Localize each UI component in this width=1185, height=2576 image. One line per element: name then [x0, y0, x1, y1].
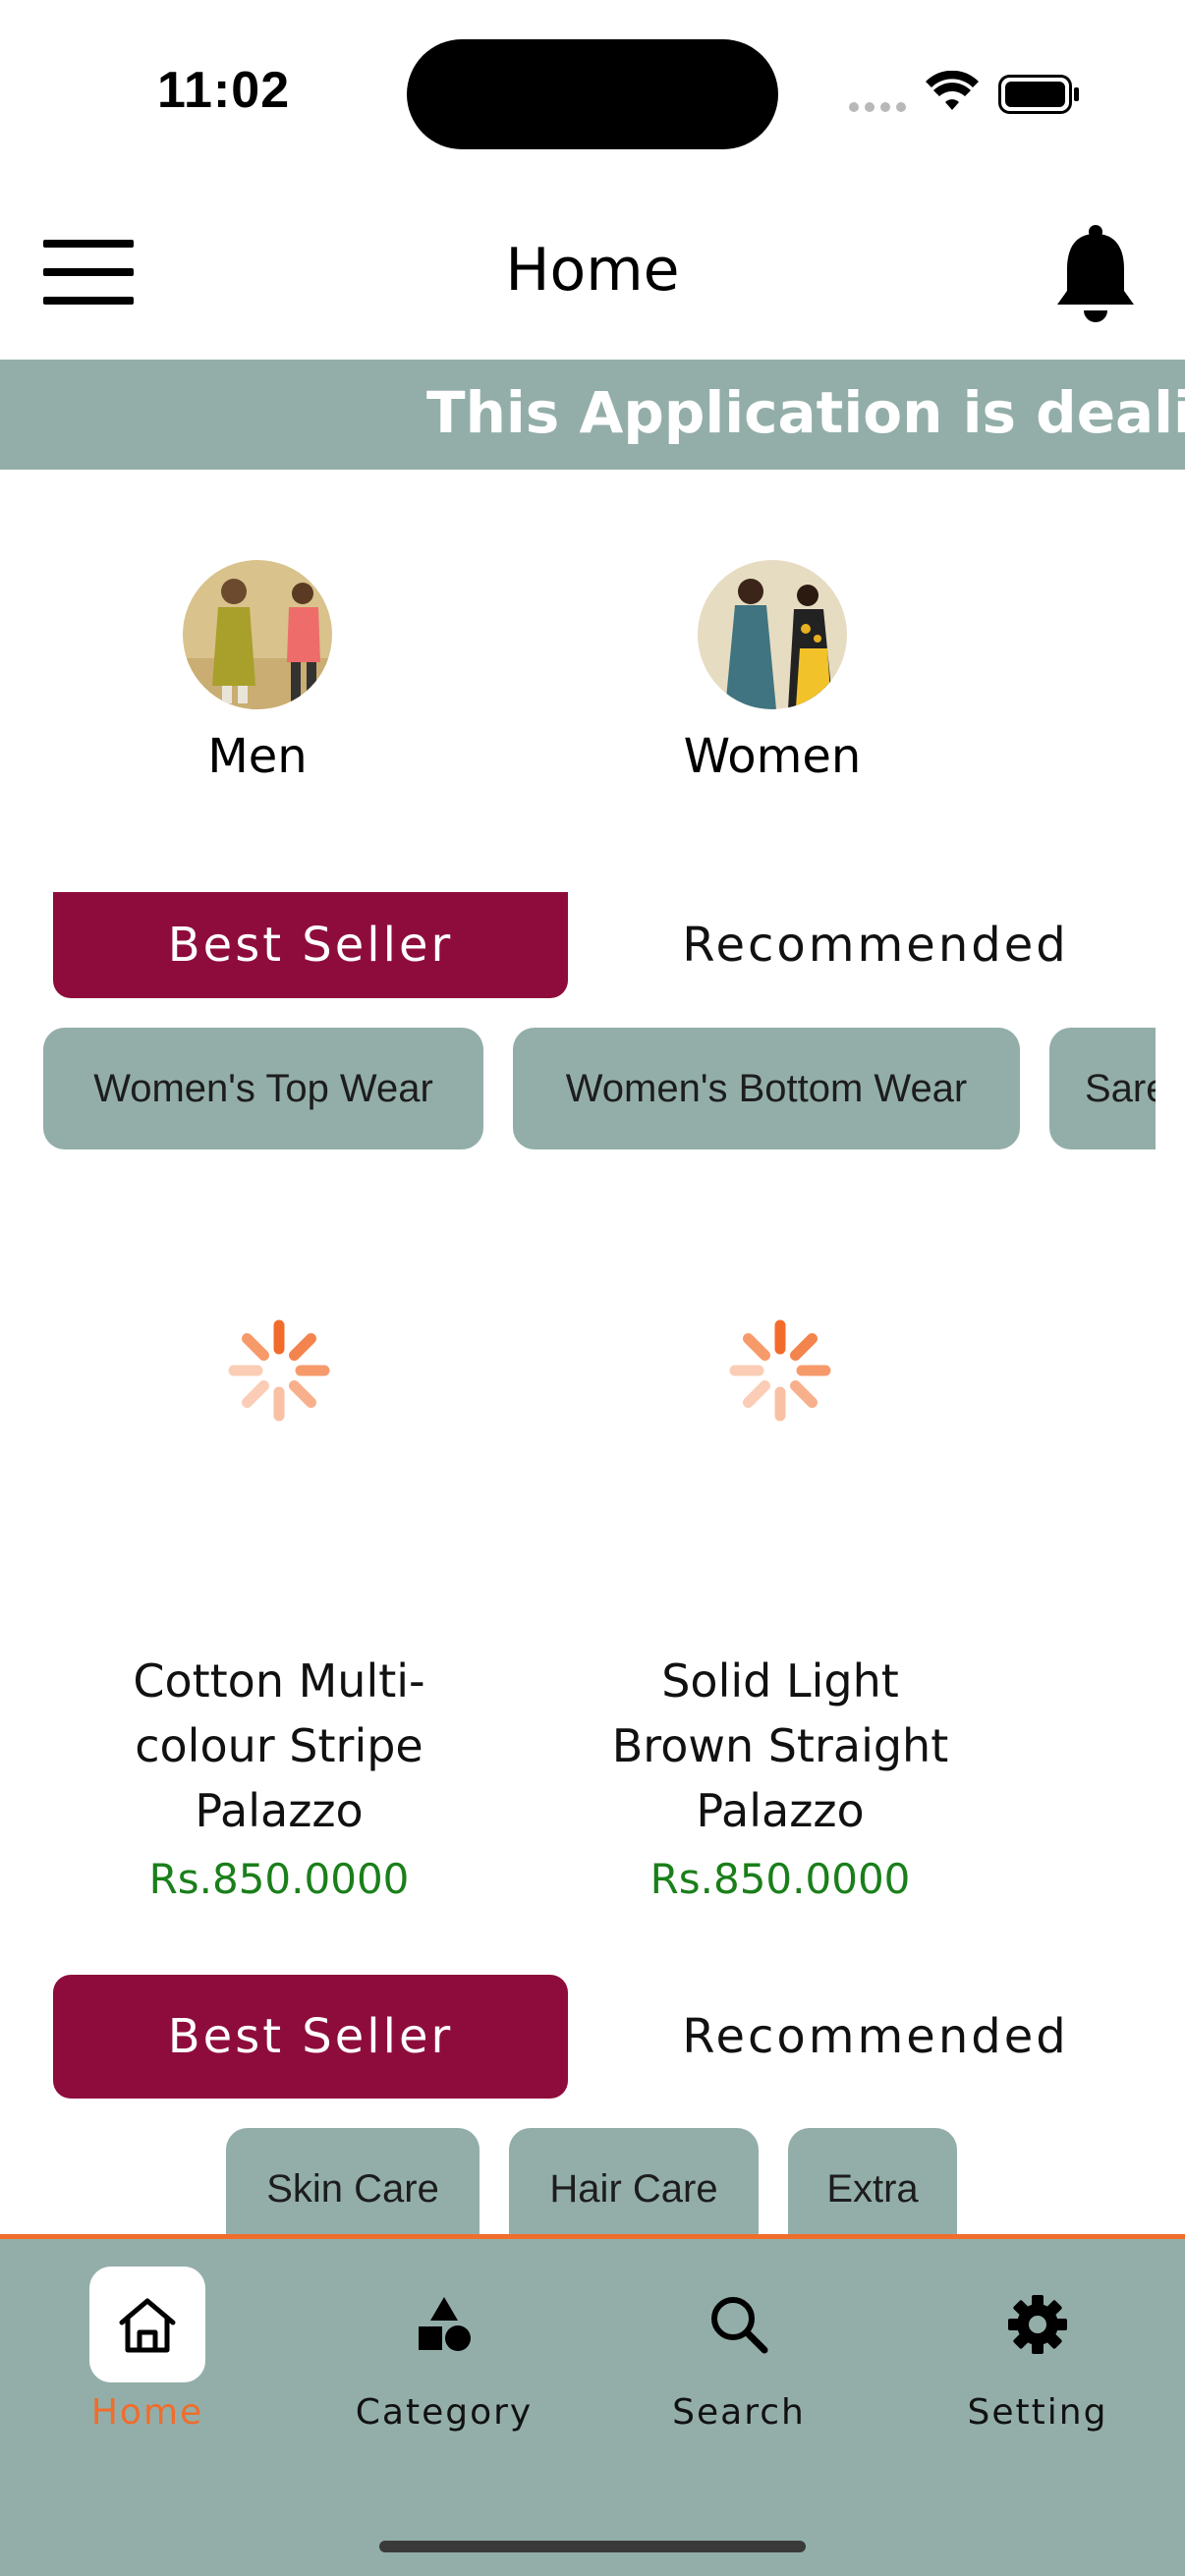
category-chips-secondary: Skin Care Hair Care Extra	[43, 2128, 1156, 2234]
category-women[interactable]: Women	[674, 560, 871, 784]
tab-best-seller[interactable]: Best Seller	[53, 892, 568, 998]
nav-search-label: Search	[672, 2392, 806, 2433]
product-card[interactable]: Solid Light Brown Straight Palazzo Rs.85…	[554, 1316, 1006, 1903]
nav-setting-label: Setting	[967, 2392, 1108, 2433]
nav-category-label: Category	[355, 2392, 534, 2433]
category-men[interactable]: Men	[159, 560, 356, 784]
battery-icon	[998, 75, 1079, 114]
search-icon	[711, 2297, 768, 2354]
loading-spinner-icon	[228, 1319, 330, 1422]
page-title: Home	[505, 236, 680, 305]
chip-extra[interactable]: Extra	[788, 2128, 957, 2234]
chip-skin-care[interactable]: Skin Care	[226, 2128, 480, 2234]
nav-search[interactable]: Search	[621, 2239, 857, 2433]
chip-womens-top-wear[interactable]: Women's Top Wear	[43, 1028, 483, 1149]
product-tabs-secondary: Best Seller Recommended	[53, 1975, 1134, 2099]
product-card[interactable]: Cotton Multi- colour Stripe Palazzo Rs.8…	[53, 1316, 505, 1903]
nav-category[interactable]: Category	[326, 2239, 562, 2433]
product-price: Rs.850.0000	[649, 1855, 911, 1903]
tab-best-seller[interactable]: Best Seller	[53, 1975, 568, 2099]
status-time: 11:02	[157, 62, 291, 119]
men-label: Men	[207, 729, 308, 784]
chip-womens-bottom-wear[interactable]: Women's Bottom Wear	[513, 1028, 1020, 1149]
category-chips-primary: Women's Top Wear Women's Bottom Wear Sar…	[43, 1028, 1156, 1149]
product-name: Cotton Multi- colour Stripe Palazzo	[133, 1654, 425, 1837]
women-category-image	[698, 560, 847, 709]
dynamic-island	[407, 39, 778, 149]
nav-setting[interactable]: Setting	[920, 2239, 1156, 2433]
wifi-icon	[926, 71, 979, 110]
chip-saree[interactable]: Saree	[1049, 1028, 1156, 1149]
tab-recommended[interactable]: Recommended	[617, 1975, 1134, 2099]
product-name: Solid Light Brown Straight Palazzo	[611, 1654, 949, 1837]
category-icon	[419, 2297, 471, 2351]
notification-bell-icon[interactable]	[1051, 222, 1140, 324]
tab-recommended[interactable]: Recommended	[617, 892, 1134, 998]
home-indicator[interactable]	[379, 2541, 806, 2552]
product-price: Rs.850.0000	[148, 1855, 410, 1903]
announcement-text: This Application is dealing	[426, 379, 1185, 446]
bottom-navigation: Home Category Search Setting	[0, 2234, 1185, 2576]
announcement-marquee: This Application is dealing	[0, 360, 1185, 470]
loading-spinner-icon	[729, 1319, 831, 1422]
women-label: Women	[683, 729, 862, 784]
chip-hair-care[interactable]: Hair Care	[509, 2128, 759, 2234]
cellular-signal-icon	[849, 102, 908, 114]
men-category-image	[183, 560, 332, 709]
gear-icon	[1008, 2295, 1067, 2354]
nav-home[interactable]: Home	[29, 2239, 265, 2433]
nav-home-label: Home	[90, 2392, 204, 2433]
home-icon	[119, 2298, 176, 2353]
product-tabs-primary: Best Seller Recommended	[53, 892, 1134, 998]
